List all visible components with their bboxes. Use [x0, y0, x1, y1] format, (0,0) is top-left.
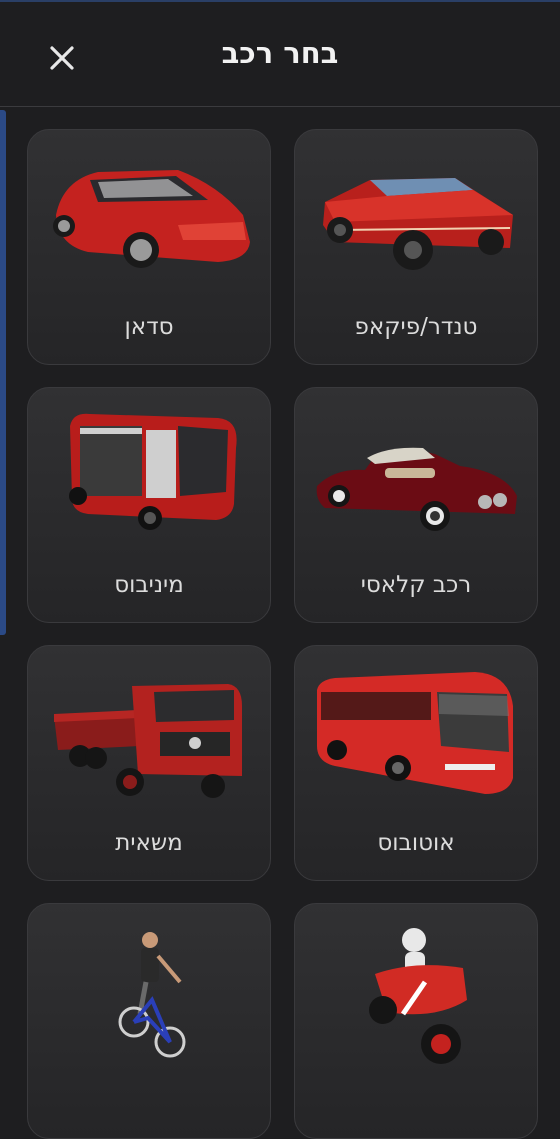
page-title: בחר רכב [221, 36, 339, 70]
bus-image [317, 672, 513, 794]
scrollbar[interactable] [0, 110, 6, 635]
vehicle-label: משאית [115, 830, 183, 856]
pickup-truck-image [323, 178, 513, 270]
minibus-image [69, 413, 237, 530]
vehicle-card-bus[interactable]: אוטובוס [294, 645, 538, 881]
motorcycle-image [369, 928, 467, 1064]
vehicle-label: אוטובוס [377, 830, 455, 856]
vehicle-card-minibus[interactable]: מיניבוס [27, 387, 271, 623]
classic-car-image [316, 447, 517, 531]
vehicle-card-bicycle[interactable] [27, 903, 271, 1139]
truck-image [54, 684, 242, 798]
vehicle-label: רכב קלאסי [360, 572, 472, 598]
vehicle-card-truck[interactable]: משאית [27, 645, 271, 881]
vehicle-card-classic[interactable]: רכב קלאסי [294, 387, 538, 623]
vehicle-card-sedan[interactable]: סדאן [27, 129, 271, 365]
vehicle-label: מיניבוס [114, 572, 184, 598]
vehicle-card-pickup[interactable]: טנדר/פיקאפ [294, 129, 538, 365]
header: בחר רכב [0, 0, 560, 107]
bicycle-image [118, 932, 186, 1058]
vehicle-label: סדאן [124, 314, 174, 340]
vehicle-label: טנדר/פיקאפ [354, 314, 478, 340]
sedan-car-image [53, 170, 250, 268]
vehicle-card-motorcycle[interactable] [294, 903, 538, 1139]
